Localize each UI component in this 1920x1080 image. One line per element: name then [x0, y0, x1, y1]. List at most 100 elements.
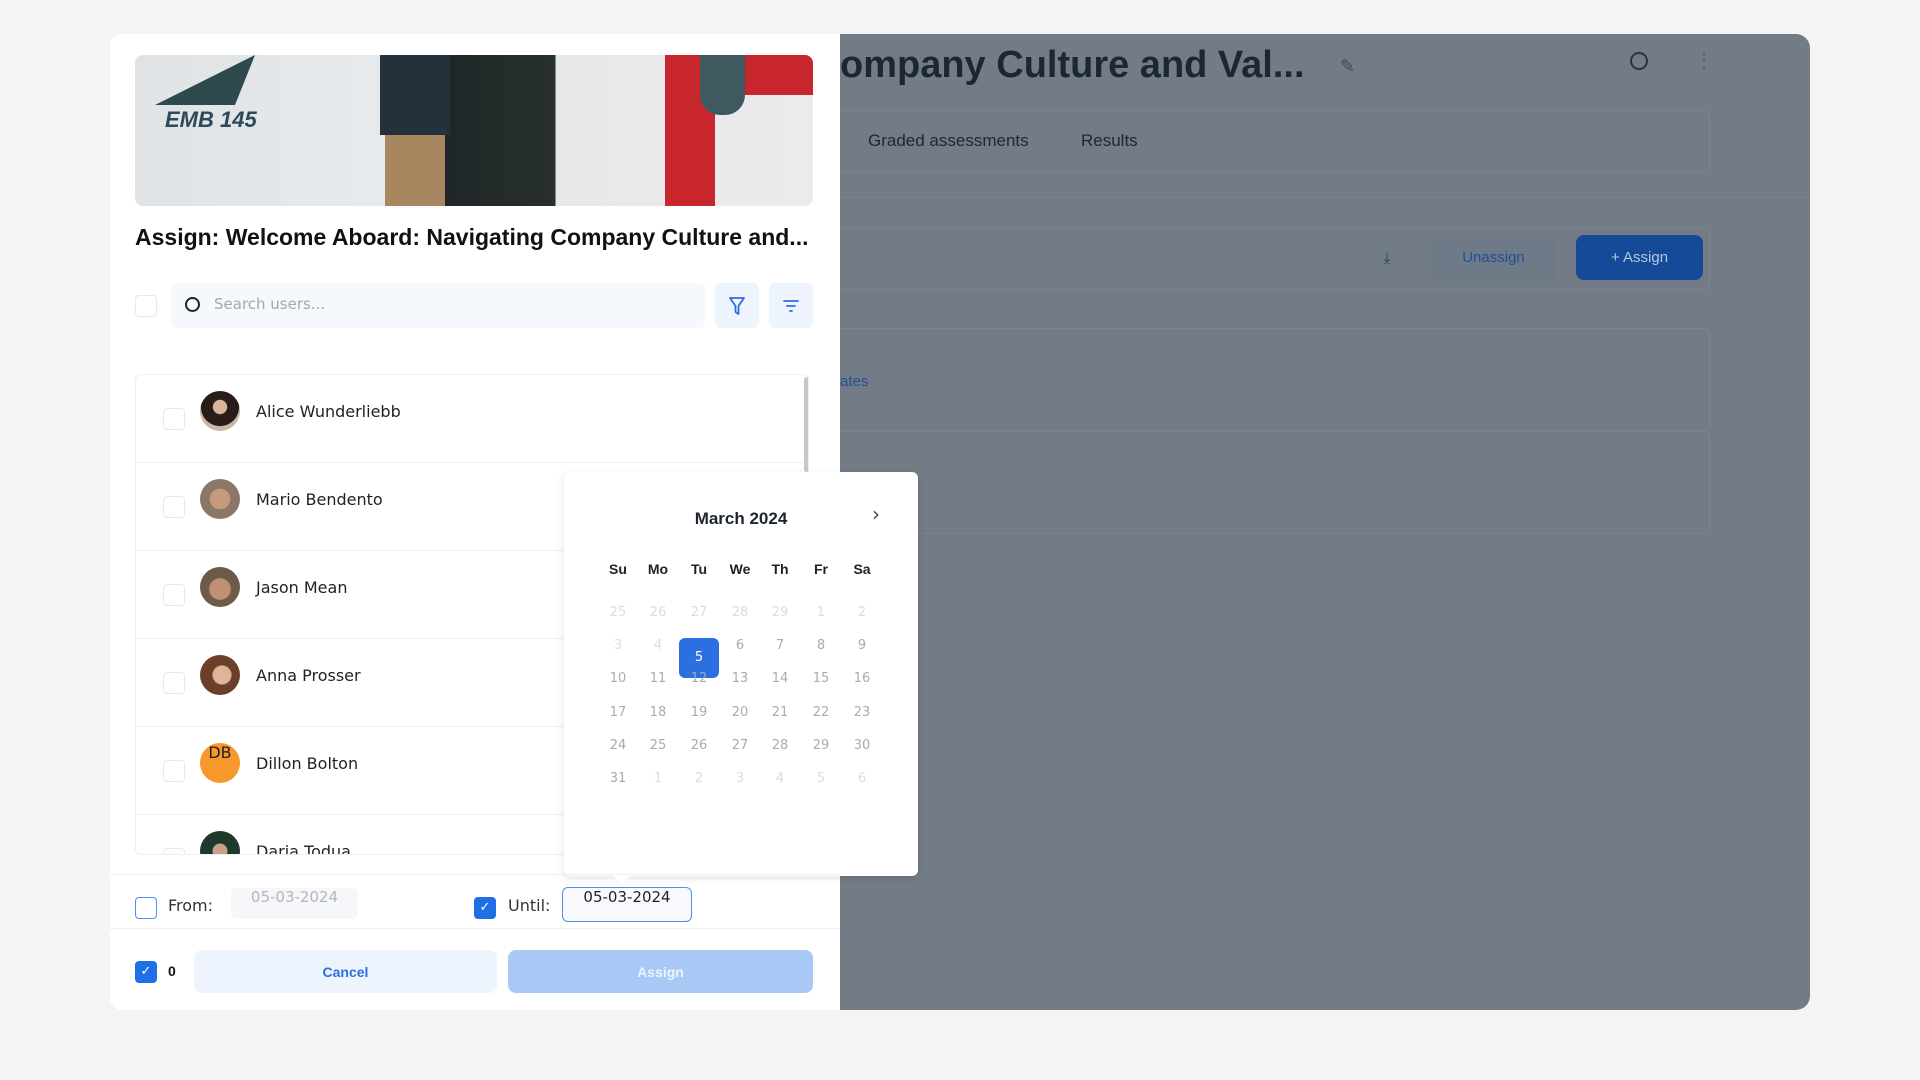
calendar-day[interactable]: 27	[720, 729, 760, 762]
select-all-checkbox[interactable]	[135, 295, 157, 317]
divider	[110, 928, 840, 929]
user-checkbox[interactable]	[163, 848, 185, 854]
selected-count: 0	[168, 963, 176, 979]
until-date-input[interactable]: 05-03-2024	[562, 887, 692, 922]
calendar-day[interactable]: 4	[638, 629, 678, 662]
search-icon[interactable]	[1630, 52, 1648, 70]
calendar-day[interactable]: 21	[760, 696, 800, 729]
calendar-day[interactable]: 24	[598, 729, 638, 762]
calendar-day[interactable]: 6	[842, 762, 882, 795]
avatar: DB	[200, 743, 240, 783]
download-button[interactable]: ⤓	[1368, 235, 1406, 280]
user-name: Mario Bendento	[256, 490, 383, 509]
tab-results[interactable]: Results	[1081, 131, 1138, 151]
weekday-header: Fr	[814, 561, 828, 577]
calendar-day[interactable]: 26	[679, 729, 719, 762]
calendar-day[interactable]: 25	[638, 729, 678, 762]
calendar-day[interactable]: 5	[801, 762, 841, 795]
calendar-day[interactable]: 27	[679, 596, 719, 629]
link-fragment[interactable]: ates	[840, 373, 868, 390]
calendar-day[interactable]: 20	[720, 696, 760, 729]
cockpit-window	[155, 55, 255, 105]
calendar-day[interactable]: 29	[760, 596, 800, 629]
calendar-day[interactable]: 7	[760, 629, 800, 662]
calendar-day[interactable]: 13	[720, 662, 760, 695]
calendar-day[interactable]: 22	[801, 696, 841, 729]
sort-icon	[783, 299, 799, 312]
assign-open-button[interactable]: + Assign	[1576, 235, 1703, 280]
calendar-day[interactable]: 19	[679, 696, 719, 729]
from-checkbox[interactable]	[135, 897, 157, 919]
date-picker-popup: March 2024 › Su Mo Tu We Th Fr Sa 25 26 27 28 29 1 2 3…	[564, 472, 918, 885]
calendar-day[interactable]: 3	[720, 762, 760, 795]
user-checkbox[interactable]	[163, 672, 185, 694]
calendar-day[interactable]: 23	[842, 696, 882, 729]
background-page-dimmed: ompany Culture and Val... ✎ ⋮ Graded ass…	[840, 34, 1810, 1010]
user-checkbox[interactable]	[163, 496, 185, 518]
unassign-button[interactable]: Unassign	[1430, 235, 1557, 280]
search-users-input[interactable]: Search users...	[171, 283, 705, 328]
weekday-header: Tu	[690, 561, 708, 577]
calendar-day[interactable]: 12	[679, 662, 719, 695]
calendar-day[interactable]: 29	[801, 729, 841, 762]
calendar-day[interactable]: 31	[598, 762, 638, 795]
edit-pencil-icon[interactable]: ✎	[1340, 56, 1355, 77]
calendar-day[interactable]: 28	[760, 729, 800, 762]
calendar-day[interactable]: 1	[801, 596, 841, 629]
calendar-day[interactable]: 6	[720, 629, 760, 662]
calendar-day[interactable]: 30	[842, 729, 882, 762]
selected-checkbox[interactable]: ✓	[135, 961, 157, 983]
cancel-button[interactable]: Cancel	[194, 950, 497, 993]
user-name: Daria Todua	[256, 842, 351, 855]
calendar-day[interactable]: 9	[842, 629, 882, 662]
content-card	[840, 328, 1710, 432]
calendar-day[interactable]: 16	[842, 662, 882, 695]
weekday-header: We	[729, 561, 751, 577]
more-vertical-icon[interactable]: ⋮	[1694, 48, 1714, 72]
weekday-header: Th	[771, 561, 789, 577]
calendar-day[interactable]: 15	[801, 662, 841, 695]
assign-button[interactable]: Assign	[508, 950, 813, 993]
calendar-day[interactable]: 26	[638, 596, 678, 629]
from-date-input[interactable]: 05-03-2024	[231, 888, 358, 919]
calendar-day[interactable]: 17	[598, 696, 638, 729]
sort-button[interactable]	[769, 283, 813, 328]
user-name: Dillon Bolton	[256, 754, 359, 773]
search-icon	[185, 297, 200, 312]
next-month-chevron-icon[interactable]: ›	[872, 502, 880, 526]
user-checkbox[interactable]	[163, 760, 185, 782]
calendar-day[interactable]: 18	[638, 696, 678, 729]
divider	[110, 874, 840, 875]
calendar-day[interactable]: 2	[679, 762, 719, 795]
scrollbar[interactable]	[804, 377, 808, 472]
user-checkbox[interactable]	[163, 584, 185, 606]
calendar-day[interactable]: 4	[760, 762, 800, 795]
hero-text: EMB 145	[165, 107, 257, 132]
avatar	[200, 655, 240, 695]
calendar-day[interactable]: 14	[760, 662, 800, 695]
calendar-day[interactable]: 25	[598, 596, 638, 629]
until-checkbox[interactable]: ✓	[474, 897, 496, 919]
user-name: Anna Prosser	[256, 666, 361, 685]
calendar-day[interactable]: 2	[842, 596, 882, 629]
user-checkbox[interactable]	[163, 408, 185, 430]
avatar	[200, 391, 240, 431]
calendar-day[interactable]: 11	[638, 662, 678, 695]
user-name: Jason Mean	[256, 578, 348, 597]
content-card	[840, 430, 1710, 534]
calendar-day[interactable]: 1	[638, 762, 678, 795]
list-item[interactable]: Alice Wunderliebb	[136, 375, 808, 463]
course-title: ompany Culture and Val...	[840, 44, 1305, 86]
divider	[840, 197, 1810, 198]
calendar-month: March 2024	[694, 509, 788, 528]
modal-title: Assign: Welcome Aboard: Navigating Compa…	[135, 224, 809, 250]
calendar-day[interactable]: 3	[598, 629, 638, 662]
weekday-header: Mo	[647, 561, 669, 577]
from-label: From:	[168, 896, 214, 915]
calendar-day[interactable]: 10	[598, 662, 638, 695]
tab-graded-assessments[interactable]: Graded assessments	[868, 131, 1029, 151]
weekday-header: Su	[609, 561, 627, 577]
calendar-day[interactable]: 28	[720, 596, 760, 629]
filter-button[interactable]	[715, 283, 759, 328]
calendar-day[interactable]: 8	[801, 629, 841, 662]
